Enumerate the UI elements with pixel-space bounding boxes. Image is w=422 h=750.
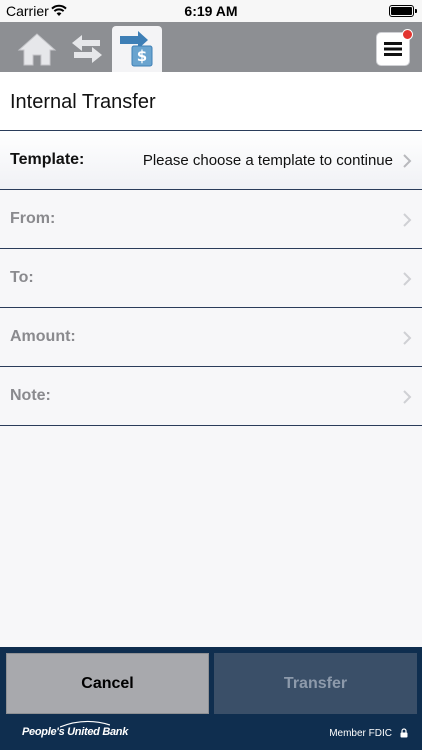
template-value: Please choose a template to continue (142, 151, 393, 169)
transfer-form: Template: Please choose a template to co… (0, 131, 422, 426)
template-label: Template: (10, 151, 85, 168)
to-label: To: (10, 269, 34, 286)
brand-footer: People's United Bank Member FDIC (0, 715, 422, 750)
amount-row[interactable]: Amount: (0, 308, 422, 367)
action-bar: Cancel Transfer (0, 647, 422, 715)
member-fdic-label: Member FDIC (329, 728, 392, 739)
chevron-right-icon (403, 390, 412, 404)
home-icon (17, 33, 57, 66)
transfer-button[interactable]: Transfer (214, 653, 417, 714)
home-button[interactable] (12, 26, 62, 72)
chevron-right-icon (403, 272, 412, 286)
to-row[interactable]: To: (0, 249, 422, 308)
swap-button[interactable] (62, 26, 112, 72)
transfer-tab[interactable]: $ (112, 26, 162, 72)
cancel-button[interactable]: Cancel (6, 653, 209, 714)
page-title: Internal Transfer (10, 91, 156, 113)
clock: 6:19 AM (184, 3, 238, 19)
bank-logo: People's United Bank (22, 720, 128, 738)
from-label: From: (10, 210, 56, 227)
lock-icon (400, 728, 408, 738)
logo-swoosh-icon (60, 720, 110, 728)
menu-button[interactable] (376, 29, 413, 66)
amount-label: Amount: (10, 328, 76, 345)
page-header: Internal Transfer (0, 72, 422, 131)
transfer-dollar-icon: $ (120, 31, 153, 67)
hamburger-menu-icon (384, 42, 402, 56)
battery-icon (389, 5, 417, 17)
note-row[interactable]: Note: (0, 367, 422, 426)
note-label: Note: (10, 387, 51, 404)
notification-badge (402, 29, 413, 40)
swap-arrows-icon (72, 35, 102, 63)
svg-text:$: $ (137, 47, 147, 65)
chevron-right-icon (403, 154, 412, 168)
status-bar: Carrier 6:19 AM (0, 0, 422, 22)
template-row[interactable]: Template: Please choose a template to co… (0, 131, 422, 190)
chevron-right-icon (403, 213, 412, 227)
chevron-right-icon (403, 331, 412, 345)
from-row[interactable]: From: (0, 190, 422, 249)
content-background (0, 426, 422, 647)
top-nav-bar: $ (0, 22, 422, 72)
